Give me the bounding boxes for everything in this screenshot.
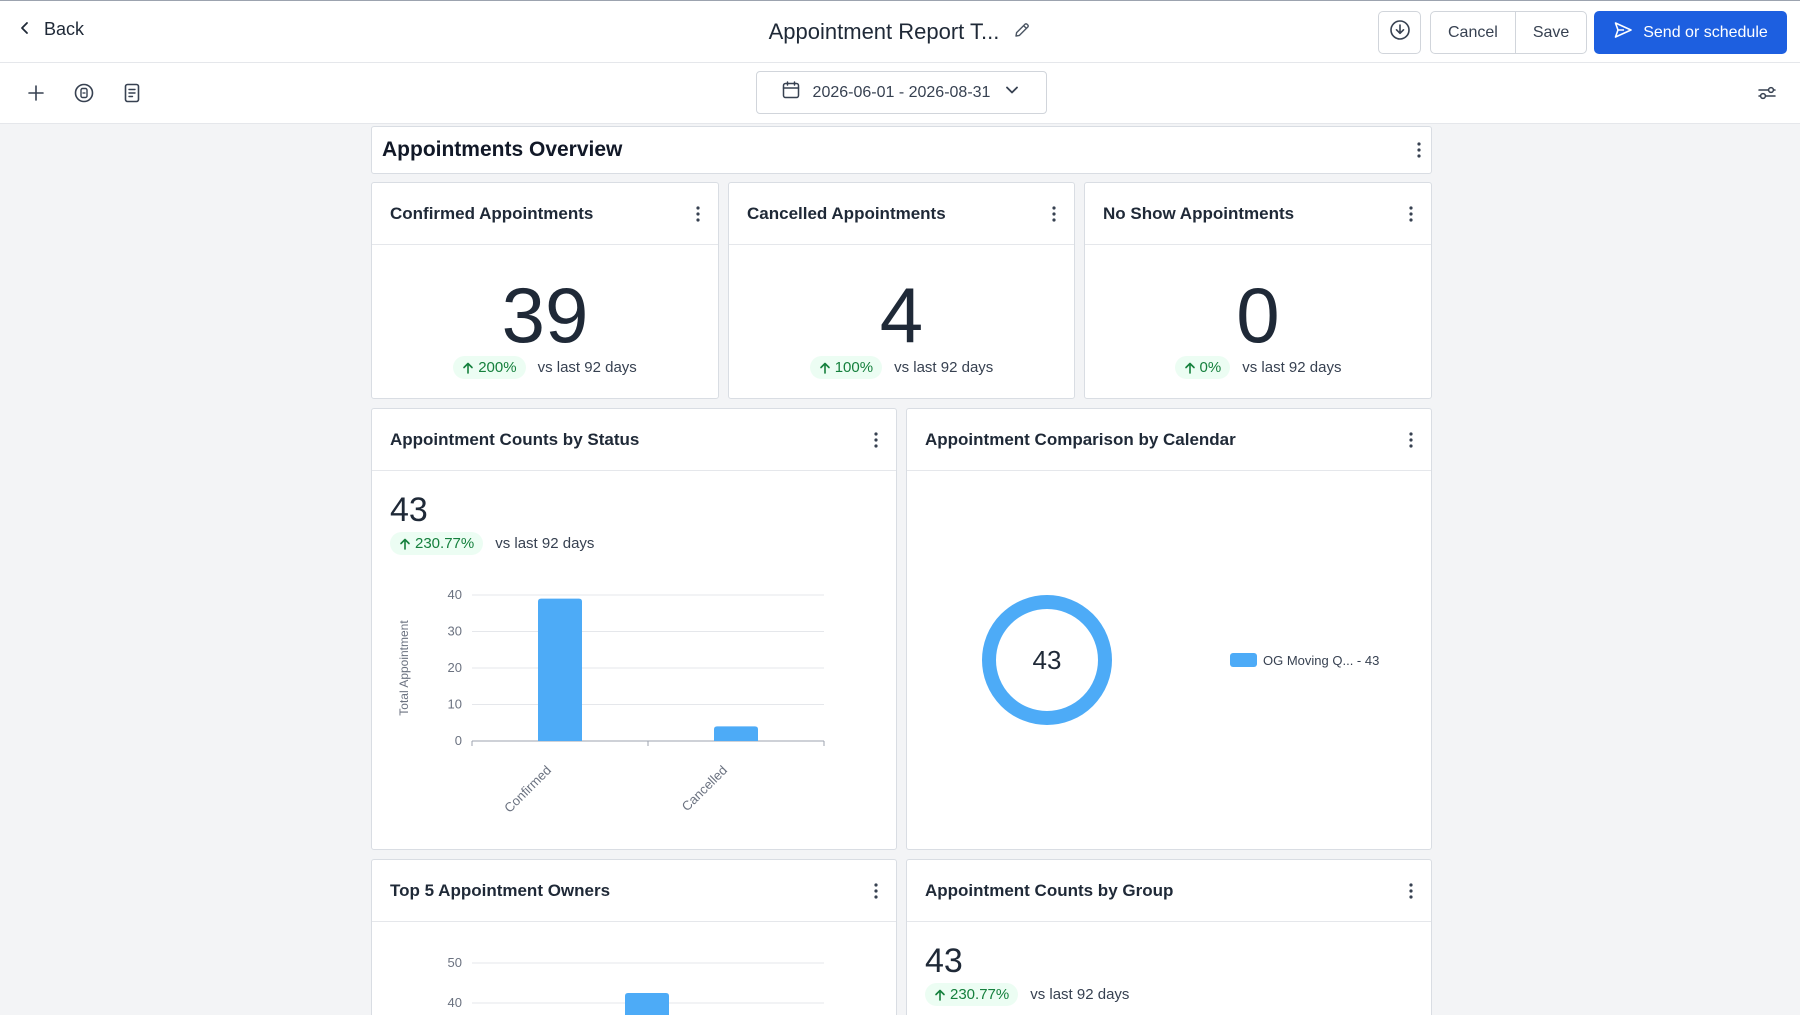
arrow-up-icon (819, 362, 830, 374)
chevron-down-icon (1002, 80, 1022, 105)
settings-sliders-icon[interactable] (1755, 81, 1779, 105)
more-options-icon[interactable] (1417, 142, 1421, 158)
arrow-up-icon (400, 538, 410, 550)
delta-badge: 230.77% (925, 983, 1019, 1006)
more-options-icon[interactable] (1409, 205, 1413, 222)
arrow-up-icon (1184, 362, 1195, 374)
card-title: Appointment Comparison by Calendar (925, 429, 1236, 449)
y-axis-label: Total Appointment (397, 620, 411, 716)
owners-chart-card: Top 5 Appointment Owners 40 50 (371, 859, 897, 1015)
delta-value: 230.77% (415, 535, 475, 552)
document-icon[interactable] (120, 81, 144, 105)
calendar-icon (781, 80, 801, 105)
kpi-card-confirmed: Confirmed Appointments 39 200% vs last 9… (371, 182, 719, 399)
download-button[interactable] (1378, 11, 1421, 54)
card-title: No Show Appointments (1103, 203, 1295, 223)
card-title: Cancelled Appointments (747, 203, 946, 223)
back-button[interactable]: Back (18, 19, 84, 40)
delta-value: 200% (478, 359, 517, 376)
status-chart-card: Appointment Counts by Status 43 230.77% … (371, 408, 897, 850)
kpi-value: 39 (501, 271, 589, 359)
kpi-value: 0 (1236, 271, 1280, 359)
card-title: Top 5 Appointment Owners (390, 880, 611, 900)
total-metric: 43 (390, 491, 428, 529)
send-icon (1613, 20, 1633, 45)
kpi-card-cancelled: Cancelled Appointments 4 100% vs last 92… (728, 182, 1075, 399)
delta-row: 230.77% vs last 92 days (390, 532, 594, 555)
delta-badge: 100% (809, 356, 883, 379)
compare-label: vs last 92 days (495, 535, 595, 552)
more-options-icon[interactable] (1409, 882, 1413, 899)
delta-value: 100% (834, 359, 874, 376)
delta-badge: 200% (453, 356, 526, 379)
bar (714, 726, 758, 741)
action-button-group: Cancel Save (1430, 11, 1588, 54)
date-range-picker[interactable]: 2026-06-01 - 2026-08-31 (756, 71, 1047, 114)
total-metric: 43 (925, 942, 963, 980)
delta-value: 0% (1199, 359, 1222, 376)
kpi-delta-row: 100% vs last 92 days (729, 356, 1074, 379)
more-options-icon[interactable] (696, 205, 700, 222)
badge-icon[interactable] (72, 81, 96, 105)
pencil-icon[interactable] (1013, 21, 1031, 44)
x-tick-label: Cancelled (679, 763, 730, 814)
card-title: Appointment Counts by Status (390, 429, 640, 449)
status-bar-chart: 0 10 20 30 40 Confirmed Cancelled Total Appoint… (397, 587, 825, 816)
y-tick-label: 40 (448, 995, 462, 1010)
compare-label: vs last 92 days (1242, 359, 1342, 376)
save-button[interactable]: Save (1514, 12, 1586, 53)
date-range-value: 2026-06-01 - 2026-08-31 (812, 83, 991, 101)
y-tick-label: 0 (455, 733, 462, 748)
y-tick-label: 10 (448, 697, 462, 712)
donut-center-label: 43 (1033, 645, 1062, 675)
calendar-donut-chart: 43 OG Moving Q... - 43 (982, 595, 1379, 725)
delta-badge: 0% (1174, 356, 1231, 379)
more-options-icon[interactable] (1409, 431, 1413, 448)
plus-icon[interactable] (24, 81, 48, 105)
compare-label: vs last 92 days (537, 359, 637, 376)
card-title: Appointment Counts by Group (925, 880, 1174, 900)
card-title: Confirmed Appointments (390, 203, 594, 223)
send-label: Send or schedule (1643, 23, 1768, 41)
arrow-up-icon (463, 362, 474, 374)
y-tick-label: 20 (448, 660, 462, 675)
back-label: Back (44, 19, 85, 39)
download-icon (1389, 19, 1411, 46)
report-title[interactable]: Appointment Report T... (769, 19, 1000, 45)
y-tick-label: 30 (448, 624, 462, 639)
report-toolbar: 2026-06-01 - 2026-08-31 (0, 63, 1800, 124)
group-chart-card: Appointment Counts by Group 43 230.77% v… (906, 859, 1432, 1015)
legend-label[interactable]: OG Moving Q... - 43 (1263, 653, 1379, 668)
chevron-left-icon (18, 19, 32, 40)
bar (625, 993, 669, 1015)
send-or-schedule-button[interactable]: Send or schedule (1594, 11, 1787, 54)
more-options-icon[interactable] (874, 431, 878, 448)
kpi-delta-row: 0% vs last 92 days (1085, 356, 1431, 379)
y-tick-label: 40 (448, 587, 462, 602)
compare-label: vs last 92 days (1030, 986, 1130, 1003)
section-title: Appointments Overview (382, 138, 623, 161)
compare-label: vs last 92 days (894, 359, 994, 376)
kpi-delta-row: 200% vs last 92 days (372, 356, 718, 379)
delta-row: 230.77% vs last 92 days (925, 983, 1129, 1006)
bar (538, 598, 582, 741)
arrow-up-icon (935, 989, 945, 1001)
appointments-overview-section: Appointments Overview (371, 126, 1432, 174)
top-bar: Back Appointment Report T... Cancel Save… (0, 0, 1800, 63)
more-options-icon[interactable] (1052, 205, 1056, 222)
delta-value: 230.77% (950, 986, 1010, 1003)
kpi-card-no-show: No Show Appointments 0 0% vs last 92 day… (1084, 182, 1432, 399)
calendar-chart-card: Appointment Comparison by Calendar 43 OG… (906, 408, 1432, 850)
x-tick-label: Confirmed (501, 763, 554, 816)
cancel-button[interactable]: Cancel (1431, 12, 1515, 53)
more-options-icon[interactable] (874, 882, 878, 899)
owners-bar-chart: 40 50 (448, 955, 824, 1015)
y-tick-label: 50 (448, 955, 462, 970)
legend-swatch (1230, 653, 1257, 667)
kpi-value: 4 (879, 271, 924, 359)
delta-badge: 230.77% (390, 532, 484, 555)
